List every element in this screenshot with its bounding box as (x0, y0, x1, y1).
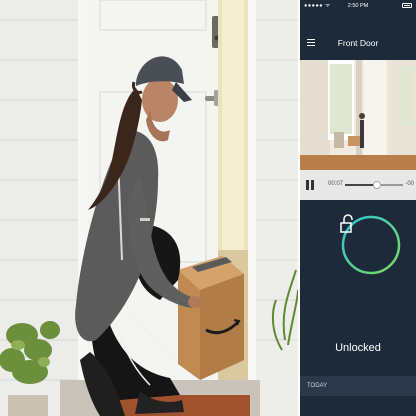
delivery-photo-illustration (0, 0, 298, 416)
video-scrubber[interactable] (345, 181, 403, 189)
page-title: Front Door (337, 38, 379, 48)
front-door-camera-view[interactable] (300, 60, 416, 170)
lock-status-label: Unlocked (335, 342, 381, 354)
status-bar: ●●●●● ᯤ 2:50 PM (300, 0, 416, 12)
lock-toggle[interactable] (340, 214, 402, 276)
elapsed-time: 00:07 (328, 181, 344, 187)
camera-feed-illustration (300, 60, 416, 170)
remaining-time: -00 (405, 181, 414, 187)
history-section-header: TODAY (300, 376, 416, 396)
scrubber-handle[interactable] (372, 181, 381, 189)
pause-icon[interactable] (306, 180, 314, 190)
video-playback-bar: 00:07 -00 (300, 170, 416, 200)
delivery-photo (0, 0, 298, 416)
history-list (300, 396, 416, 416)
nav-bar: Front Door (300, 12, 416, 60)
status-time: 2:50 PM (347, 3, 369, 9)
unlocked-padlock-icon (340, 214, 353, 233)
battery-icon (402, 3, 412, 8)
